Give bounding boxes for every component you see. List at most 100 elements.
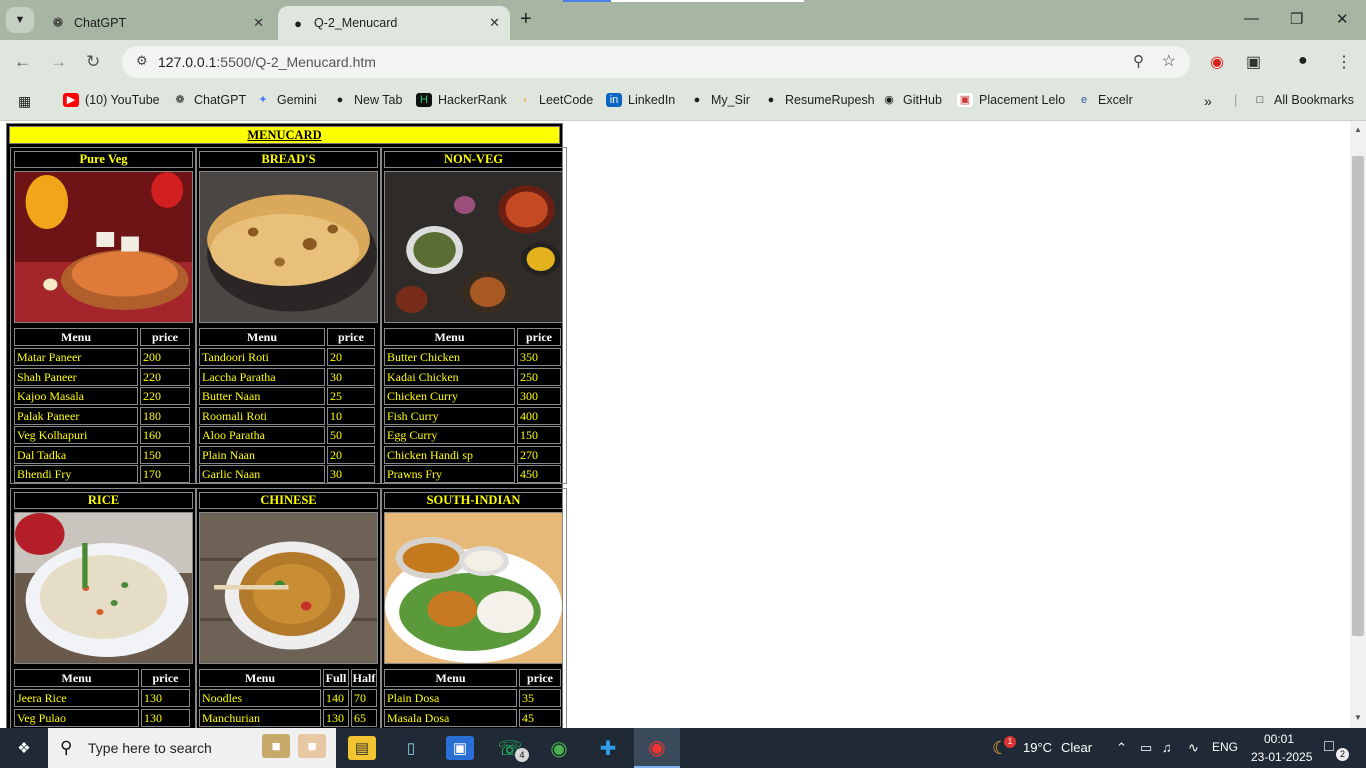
address-bar[interactable]: ⚙ 127.0.0.1:5500/Q-2_Menucard.htm ⚲ ☆ xyxy=(122,46,1190,78)
bookmark-leetcode[interactable]: ‹ LeetCode xyxy=(517,93,593,107)
taskbar-search-box[interactable]: ⚲ Type here to search xyxy=(48,728,336,768)
all-bookmarks-label: All Bookmarks xyxy=(1274,93,1354,107)
clock-date[interactable]: 23-01-2025 xyxy=(1251,750,1312,764)
notepad-icon[interactable]: ▯ xyxy=(397,736,425,760)
dish-name: Matar Paneer xyxy=(14,348,138,366)
notification-icon[interactable]: □ xyxy=(1324,738,1334,756)
scroll-up-arrow-icon[interactable]: ▲ xyxy=(1354,125,1362,134)
excelr-icon: e xyxy=(1080,94,1088,106)
back-button[interactable]: ← xyxy=(14,52,31,72)
chrome-icon[interactable]: ◉ xyxy=(545,736,573,760)
extensions-puzzle-icon[interactable]: ▣ xyxy=(1246,52,1261,72)
vscode-icon[interactable]: ✚ xyxy=(594,736,622,760)
reload-button[interactable]: ↻ xyxy=(86,52,100,72)
dish-price: 150 xyxy=(517,426,561,444)
chatgpt-icon: ❁ xyxy=(175,94,185,106)
site-info-icon[interactable]: ⚙ xyxy=(136,53,148,69)
category-heading: CHINESE xyxy=(199,492,378,509)
close-icon[interactable]: ✕ xyxy=(253,15,264,31)
dish-name: Fish Curry xyxy=(384,406,515,425)
bookmark-youtube[interactable]: ▶ (10) YouTube xyxy=(63,93,160,107)
url-text[interactable]: 127.0.0.1:5500/Q-2_Menucard.htm xyxy=(158,54,376,70)
chrome-active-icon[interactable]: ◉ xyxy=(634,728,680,768)
tab-strip: ▼ ❁ ChatGPT ✕ ● Q-2_Menucard ✕ + — ❐ ✕ xyxy=(0,0,1366,40)
column-header: price xyxy=(517,328,561,346)
windows-start-icon[interactable]: ❖ xyxy=(10,736,38,760)
file-explorer-icon[interactable]: ▤ xyxy=(348,736,376,760)
extension-icon[interactable]: ◉ xyxy=(1210,52,1224,72)
dish-name: Dal Tadka xyxy=(14,445,138,464)
restore-button[interactable]: ❐ xyxy=(1290,10,1303,28)
minimize-button[interactable]: — xyxy=(1244,10,1259,27)
dish-name: Laccha Paratha xyxy=(199,367,325,386)
weather-temp[interactable]: 19°C xyxy=(1023,740,1052,755)
dish-name: Noodles xyxy=(199,689,321,707)
widgets-icon[interactable]: ■ xyxy=(298,734,326,758)
tab-loading-indicator xyxy=(563,0,611,2)
close-window-button[interactable]: ✕ xyxy=(1336,10,1349,28)
more-bookmarks-chevron-icon[interactable]: » xyxy=(1204,93,1212,109)
bookmark-label: HackerRank xyxy=(438,93,507,107)
search-placeholder: Type here to search xyxy=(88,740,212,756)
bookmark-star-icon[interactable]: ☆ xyxy=(1162,51,1176,71)
column-header: Menu xyxy=(199,669,321,687)
dish-name: Kajoo Masala xyxy=(14,387,138,405)
bookmark-label: ResumeRupesh xyxy=(785,93,875,107)
weather-desc[interactable]: Clear xyxy=(1061,740,1092,755)
bookmark-label: Gemini xyxy=(277,93,317,107)
column-header: Full xyxy=(323,669,349,687)
bookmark-gemini[interactable]: ✦ Gemini xyxy=(255,93,317,107)
bookmark-label: My_Sir xyxy=(711,93,750,107)
bookmark-divider: | xyxy=(1234,93,1238,107)
language-indicator[interactable]: ENG xyxy=(1212,740,1238,754)
dish-price: 170 xyxy=(140,465,190,483)
menu-section-non-veg: NON-VEG Menu price Butter Chicken 350 Kadai C… xyxy=(380,147,567,484)
bookmark-github[interactable]: ◉ GitHub xyxy=(881,93,942,107)
new-tab-button[interactable]: + xyxy=(520,8,532,31)
tray-overflow-chevron-icon[interactable]: ⌃ xyxy=(1116,740,1127,756)
column-header: Half xyxy=(351,669,377,687)
menu-kebab-icon[interactable]: ⋮ xyxy=(1336,52,1352,72)
copilot-icon[interactable]: ■ xyxy=(262,734,290,758)
bookmark-hackerrank[interactable]: H HackerRank xyxy=(416,93,507,107)
forward-button[interactable]: → xyxy=(50,52,67,72)
battery-icon[interactable]: ▭ xyxy=(1140,740,1152,756)
tab-chatgpt[interactable]: ❁ ChatGPT ✕ xyxy=(38,6,274,40)
search-icon: ⚲ xyxy=(60,738,73,757)
dish-name: Kadai Chicken xyxy=(384,367,515,386)
bookmark-placementlelo[interactable]: ▣ Placement Lelo xyxy=(957,93,1065,107)
all-bookmarks-button[interactable]: □ All Bookmarks xyxy=(1252,93,1354,107)
dish-price: 35 xyxy=(519,689,561,707)
youtube-icon: ▶ xyxy=(63,93,79,107)
close-icon[interactable]: ✕ xyxy=(489,15,500,31)
southindian-food-image xyxy=(384,512,563,664)
bookmark-chatgpt[interactable]: ❁ ChatGPT xyxy=(172,93,246,107)
column-header: Menu xyxy=(384,328,515,346)
bookmark-linkedin[interactable]: in LinkedIn xyxy=(606,93,675,107)
clock-time[interactable]: 00:01 xyxy=(1251,732,1307,746)
bookmark-newtab[interactable]: ● New Tab xyxy=(332,93,403,107)
dish-name: Roomali Roti xyxy=(199,406,325,425)
apps-grid-icon[interactable]: ▦ xyxy=(18,93,31,110)
bookmark-excelr[interactable]: e Excelr xyxy=(1076,93,1133,107)
dish-name: Shah Paneer xyxy=(14,367,138,386)
zoom-icon[interactable]: ⚲ xyxy=(1133,52,1144,70)
bookmark-resumerupesh[interactable]: ● ResumeRupesh xyxy=(763,93,875,107)
bookmark-mysir[interactable]: ● My_Sir xyxy=(689,93,750,107)
column-header: Menu xyxy=(384,669,517,687)
dish-price: 30 xyxy=(327,465,375,483)
dish-price: 130 xyxy=(141,708,190,727)
bookmark-label: Placement Lelo xyxy=(979,93,1066,107)
tab-menucard[interactable]: ● Q-2_Menucard ✕ xyxy=(278,6,510,40)
profile-avatar[interactable]: ● xyxy=(1298,52,1308,70)
outlook-icon[interactable]: ▣ xyxy=(446,736,474,760)
page-scrollbar[interactable]: ▲ ▼ xyxy=(1350,121,1366,728)
scrollbar-thumb[interactable] xyxy=(1352,156,1364,636)
dish-name: Butter Naan xyxy=(199,387,325,405)
wifi-icon[interactable]: ∿ xyxy=(1188,740,1199,756)
tab-search-button[interactable]: ▼ xyxy=(6,7,34,33)
volume-icon[interactable]: ♫ xyxy=(1162,740,1172,755)
scroll-down-arrow-icon[interactable]: ▼ xyxy=(1354,713,1362,722)
category-heading: BREAD'S xyxy=(199,151,378,168)
dish-name: Veg Kolhapuri xyxy=(14,426,138,444)
